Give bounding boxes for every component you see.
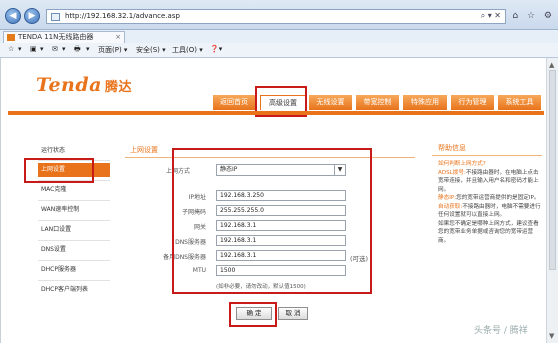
help-menu[interactable]: ❓▾ [210,45,222,53]
nav-wireless[interactable]: 无线设置 [309,95,353,110]
sidebar-item-dhcp-clients[interactable]: DHCP客户端列表 [38,283,110,297]
tab-title: TENDA 11N无线路由器 [18,33,94,41]
tab-close-icon[interactable]: × [115,32,121,43]
highlight-ok-button [229,302,277,327]
feeds-dropdown-icon[interactable]: ▾ [40,45,44,53]
help-para-adsl: ADSL拨号:不接路由器时，在电脑上点击宽带连接，并且输入用户名和密码才能上网。 [438,169,539,193]
browser-tab[interactable]: TENDA 11N无线路由器 × [3,31,125,43]
help-para-unsure: 如果您不确定是哪种上网方式，建议查看您的宽带业务单据或咨询您的宽带运营商。 [438,220,539,244]
browser-icons: ⌂ ☆ ⚙ [506,11,552,21]
highlight-form-fields [172,148,372,294]
watermark-text: 头条号 / 腾祥 [474,326,528,336]
browser-titlebar: ◀ ▶ http://192.168.32.1/advance.asp ⌕ ▾ … [0,0,558,30]
favorites-dropdown-icon[interactable]: ▾ [18,45,22,53]
address-tools-icons[interactable]: ⌕ ▾ ✕ [481,11,501,21]
url-text[interactable]: http://192.168.32.1/advance.asp [65,12,180,20]
help-para-dhcp: 自动获取:不接路由器时，电脑不需要进行任何设置就可以直接上网。 [438,203,541,219]
help-divider [432,155,542,156]
favorites-icon[interactable]: ☆ [527,11,535,21]
feeds-icon[interactable]: ▣ [30,45,37,53]
highlight-sidebar-wan [24,158,94,183]
page-scrollbar[interactable]: ▲ ▼ [546,58,558,343]
scroll-down-icon[interactable]: ▼ [549,332,554,340]
settings-icon[interactable]: ⚙ [544,11,552,21]
back-button[interactable]: ◀ [5,8,21,24]
sidebar-item-status[interactable]: 运行状态 [38,144,110,158]
help-para-static: 静态IP:您的宽带运营商提供的是固定IP。 [438,195,540,201]
sidebar-item-wan-speed[interactable]: WAN速率控制 [38,203,110,217]
cancel-button[interactable]: 取 消 [278,307,308,320]
sidebar-item-lan[interactable]: LAN口设置 [38,223,110,237]
command-bar: ☆ ▾ ▣ ▾ ✉ ▾ 🖶 ▾ 页面(P) ▾ 安全(S) ▾ 工具(O) ▾ … [0,43,558,58]
nav-home[interactable]: 返回首页 [213,95,256,110]
tab-bar: TENDA 11N无线路由器 × [0,30,558,43]
help-title: 帮助信息 [438,144,466,152]
mail-icon[interactable]: ✉ [52,45,58,53]
mail-dropdown-icon[interactable]: ▾ [62,45,66,53]
header-divider [8,111,544,115]
favorites-add-icon[interactable]: ☆ [8,45,14,53]
help-text: 如何判断上网方式? ADSL拨号:不接路由器时，在电脑上点击宽带连接，并且输入用… [438,160,541,245]
safety-menu[interactable]: 安全(S) ▾ [136,45,166,55]
scroll-thumb[interactable] [549,70,556,270]
page-title: 上网设置 [130,146,158,154]
nav-behavior[interactable]: 行为管理 [451,95,495,110]
nav-special[interactable]: 特殊应用 [403,95,448,110]
tenda-logo: Tenda 腾达 [36,74,132,96]
page-menu[interactable]: 页面(P) ▾ [98,45,127,55]
print-dropdown-icon[interactable]: ▾ [86,45,90,53]
page-icon [51,13,60,21]
tenda-favicon [7,34,15,41]
forward-button[interactable]: ▶ [24,8,40,24]
sidebar-item-dns[interactable]: DNS设置 [38,243,110,257]
print-icon[interactable]: 🖶 [74,45,81,56]
nav-system[interactable]: 系统工具 [498,95,542,110]
help-heading: 如何判断上网方式? [438,161,486,167]
sidebar-item-mac-clone[interactable]: MAC克隆 [38,183,110,197]
scroll-up-icon[interactable]: ▲ [549,61,554,69]
nav-bandwidth[interactable]: 带宽控制 [356,95,400,110]
sidebar-item-dhcp-server[interactable]: DHCP服务器 [38,263,110,277]
tools-menu[interactable]: 工具(O) ▾ [172,45,203,55]
address-bar[interactable]: http://192.168.32.1/advance.asp ⌕ ▾ ✕ [46,9,506,24]
home-icon[interactable]: ⌂ [512,11,518,21]
